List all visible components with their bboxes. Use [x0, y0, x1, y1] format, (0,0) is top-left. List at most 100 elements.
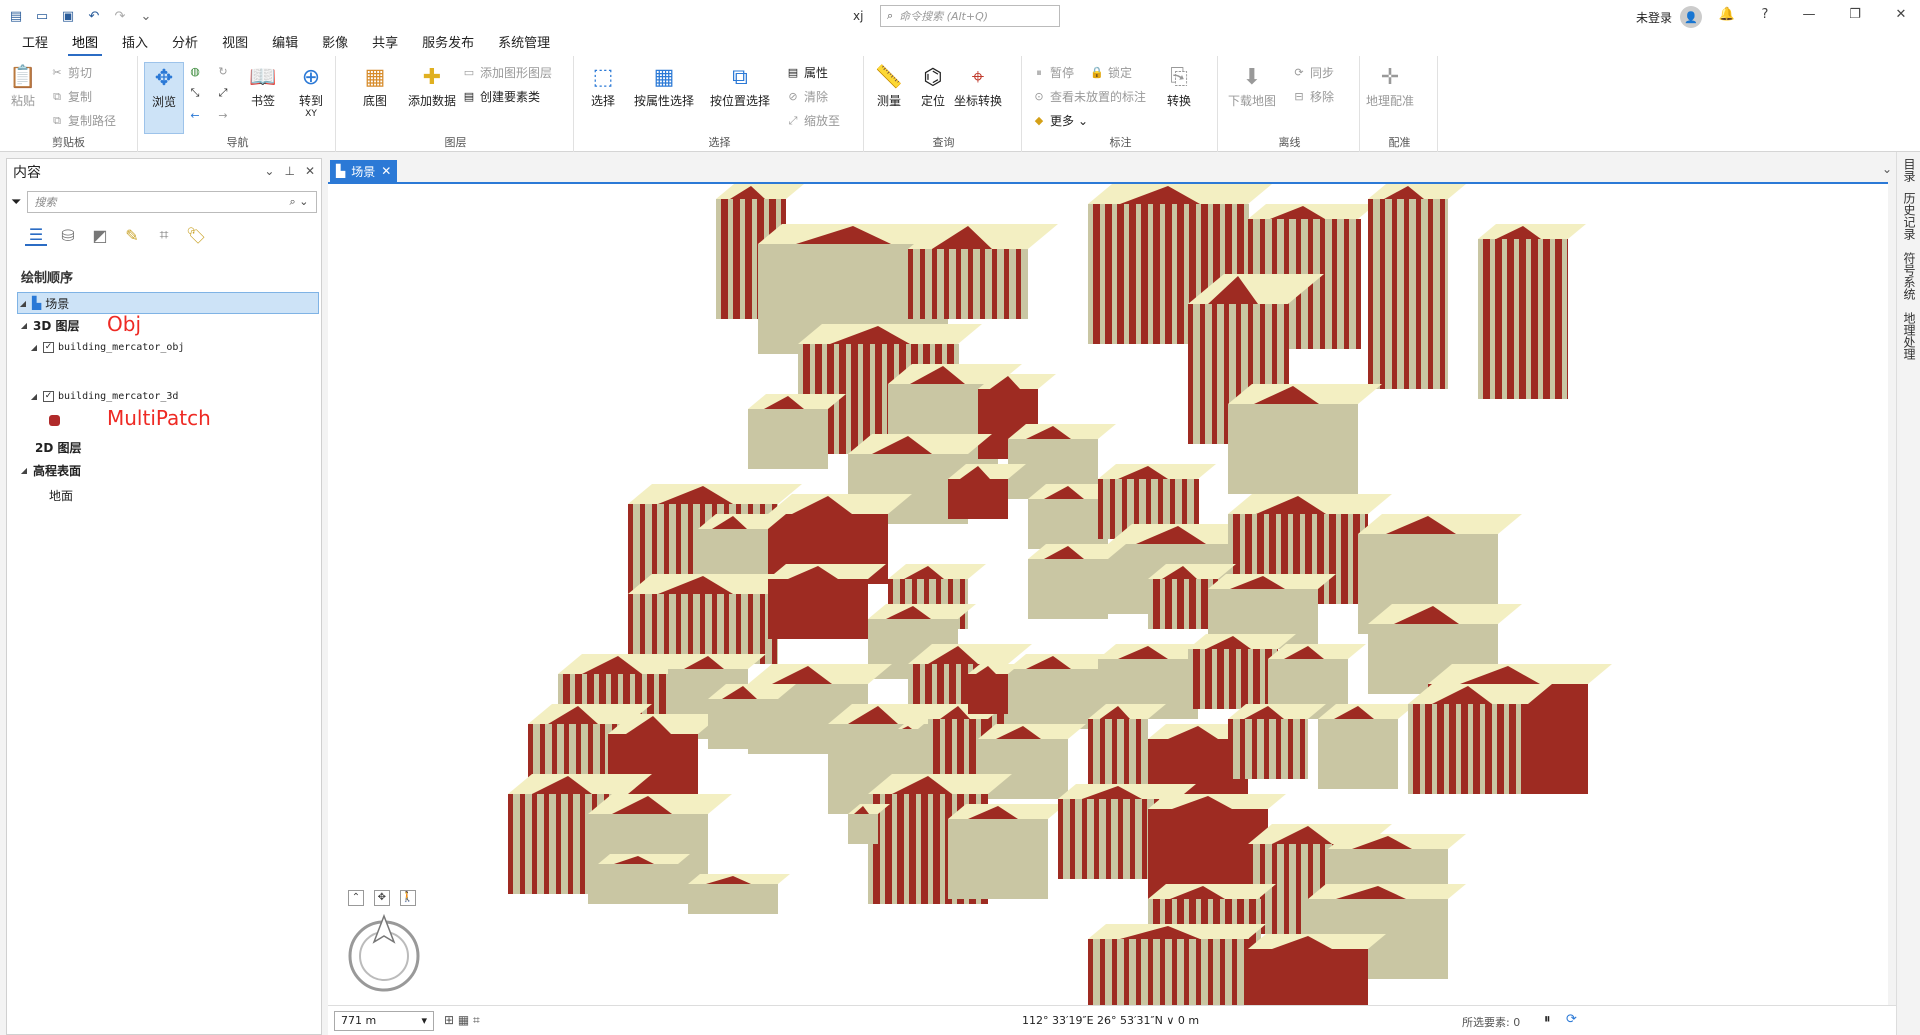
save-project-icon[interactable]: ▣	[60, 8, 76, 24]
toc-elevation-surfaces[interactable]: ◢ 高程表面	[19, 462, 81, 479]
view-grid-icon[interactable]: ⊞ ▦ ⌗	[444, 1013, 480, 1028]
tab-project[interactable]: 工程	[10, 32, 60, 56]
customize-qat-icon[interactable]: ⌄	[138, 8, 154, 24]
copy-path-button[interactable]: ⧉ 复制路径	[50, 112, 116, 129]
collapse-icon[interactable]: ◢	[29, 392, 39, 401]
toc-scene-item[interactable]: ◢ ▙ 场景	[17, 292, 319, 314]
close-icon[interactable]: ✕	[1892, 7, 1910, 22]
command-search-input[interactable]: ⌕ 命令搜索 (Alt+Q)	[880, 5, 1060, 27]
measure-button[interactable]: 📏 测量	[874, 62, 904, 109]
tab-history[interactable]: 历史记录	[1901, 192, 1918, 240]
bookmarks-button[interactable]: 📖 书签	[248, 62, 278, 109]
refresh-icon[interactable]: ⟳	[1566, 1012, 1577, 1027]
pause-drawing-icon[interactable]: ⏸	[1544, 1012, 1551, 1027]
full-control-icon[interactable]: ✥	[373, 890, 390, 906]
redo-icon[interactable]: ↷	[112, 8, 128, 24]
tab-map[interactable]: 地图	[60, 32, 110, 56]
restore-icon[interactable]: ❐	[1846, 7, 1864, 22]
first-person-icon[interactable]: 🚶	[399, 890, 416, 906]
chevron-down-icon[interactable]: ⌄	[1882, 162, 1892, 176]
tab-geoprocessing[interactable]: 地理处理	[1901, 312, 1918, 360]
collapse-navigator-icon[interactable]: ⌃	[348, 890, 364, 906]
copy-button[interactable]: ⧉ 复制	[50, 88, 92, 105]
list-by-editing-icon[interactable]: ✎	[121, 224, 143, 246]
explore-button[interactable]: ✥ 浏览	[144, 62, 184, 134]
list-by-source-icon[interactable]: ⛁	[57, 224, 79, 246]
new-project-icon[interactable]: ▤	[8, 8, 24, 24]
tab-symbology[interactable]: 符号系统	[1901, 252, 1918, 300]
tab-admin[interactable]: 系统管理	[486, 32, 562, 56]
list-by-drawing-order-icon[interactable]: ☰	[25, 224, 47, 246]
help-button[interactable]: ?	[1756, 7, 1774, 22]
clear-selection-button[interactable]: ⊘ 清除	[786, 88, 828, 105]
convert-labels-button[interactable]: ⎘ 转换	[1164, 62, 1194, 109]
collapse-icon[interactable]: ◢	[18, 299, 28, 308]
tab-imagery[interactable]: 影像	[310, 32, 360, 56]
goto-xy-button[interactable]: ⊕ 转到 XY	[296, 62, 326, 120]
contents-search-input[interactable]: 搜索 ⌕ ⌄	[27, 191, 318, 213]
fixed-zoom-in-icon[interactable]: ⤡	[188, 86, 202, 100]
list-by-snapping-icon[interactable]: ⌗	[153, 224, 175, 246]
close-icon[interactable]: ✕	[305, 164, 315, 178]
layer-visibility-checkbox[interactable]: ✓	[43, 391, 54, 402]
tab-edit[interactable]: 编辑	[260, 32, 310, 56]
select-by-attributes-button[interactable]: ▦ 按属性选择	[634, 62, 694, 109]
remove-button[interactable]: ⊟ 移除	[1292, 88, 1334, 105]
full-extent-icon[interactable]: ◍	[188, 64, 202, 78]
tab-insert[interactable]: 插入	[110, 32, 160, 56]
view-unplaced-labels-button[interactable]: ⊙ 查看未放置的标注	[1032, 88, 1146, 105]
sync-button[interactable]: ⟳ 同步	[1292, 64, 1334, 81]
tab-publish[interactable]: 服务发布	[410, 32, 486, 56]
undo-icon[interactable]: ↶	[86, 8, 102, 24]
zoom-to-selection-button[interactable]: ⤢ 缩放至	[786, 112, 840, 129]
chevron-down-icon[interactable]: ⌄	[264, 164, 274, 178]
cut-button[interactable]: ✂ 剪切	[50, 64, 92, 81]
collapse-icon[interactable]: ◢	[29, 343, 39, 352]
layer-visibility-checkbox[interactable]: ✓	[43, 342, 54, 353]
avatar[interactable]: 👤	[1680, 6, 1703, 28]
collapse-icon[interactable]: ◢	[19, 321, 29, 330]
tab-view[interactable]: 视图	[210, 32, 260, 56]
next-extent-icon[interactable]: →	[216, 108, 230, 122]
fixed-zoom-out-icon[interactable]: ⤢	[216, 86, 230, 100]
collapse-icon[interactable]: ◢	[19, 466, 29, 475]
download-map-button[interactable]: ⬇ 下载地图	[1228, 62, 1276, 109]
select-by-location-button[interactable]: ⧉ 按位置选择	[710, 62, 770, 109]
pause-labeling-button[interactable]: ⏸ 暂停	[1032, 64, 1074, 81]
basemap-button[interactable]: ▦ 底图	[360, 62, 390, 109]
toc-3d-layers-group[interactable]: ◢ 3D 图层	[19, 317, 80, 334]
locate-button[interactable]: ⌬ 定位	[918, 62, 948, 109]
add-graphics-layer-button[interactable]: ▭ 添加图形图层	[462, 64, 552, 81]
scale-selector[interactable]: 771 m ▾	[334, 1010, 434, 1031]
toc-layer-multipatch[interactable]: ◢ ✓ building_mercator_3d	[29, 391, 178, 402]
toc-layer-obj[interactable]: ◢ ✓ building_mercator_obj	[29, 342, 184, 353]
tab-share[interactable]: 共享	[360, 32, 410, 56]
filter-icon[interactable]: ⏷	[11, 195, 21, 210]
create-feature-class-button[interactable]: ▤ 创建要素类	[462, 88, 540, 105]
sign-in-label[interactable]: 未登录	[1636, 9, 1672, 26]
list-by-labeling-icon[interactable]: 🏷	[185, 224, 207, 246]
open-project-icon[interactable]: ▭	[34, 8, 50, 24]
lock-labeling-button[interactable]: 🔒 锁定	[1090, 64, 1132, 81]
tab-analysis[interactable]: 分析	[160, 32, 210, 56]
minimize-icon[interactable]: —	[1800, 7, 1818, 22]
paste-button[interactable]: 📋 粘贴	[8, 62, 38, 109]
refresh-icon[interactable]: ↻	[216, 64, 230, 78]
toc-2d-layers-group[interactable]: 2D 图层	[31, 439, 82, 456]
select-button[interactable]: ⬚ 选择	[588, 62, 618, 109]
notifications-icon[interactable]: 🔔	[1718, 7, 1736, 22]
toc-ground-surface[interactable]: 地面	[49, 487, 73, 504]
list-by-selection-icon[interactable]: ◩	[89, 224, 111, 246]
scene-view[interactable]: ⌃ ✥ 🚶	[328, 182, 1888, 1005]
pin-icon[interactable]: ⊥	[284, 164, 294, 178]
attributes-button[interactable]: ▤ 属性	[786, 64, 828, 81]
georeference-button[interactable]: ✛ 地理配准	[1366, 62, 1414, 109]
previous-extent-icon[interactable]: ←	[188, 108, 202, 122]
navigator-compass-icon[interactable]	[348, 912, 428, 992]
more-labeling-button[interactable]: ◆ 更多 ⌄	[1032, 112, 1088, 129]
navigator-control[interactable]: ⌃ ✥ 🚶	[348, 889, 428, 995]
convert-coordinates-button[interactable]: ⌖ 坐标转换	[954, 62, 1002, 109]
tab-catalog[interactable]: 目录	[1901, 158, 1918, 182]
tab-scene[interactable]: ▙ 场景 ✕	[330, 160, 398, 182]
add-data-button[interactable]: ✚ 添加数据	[408, 62, 456, 109]
